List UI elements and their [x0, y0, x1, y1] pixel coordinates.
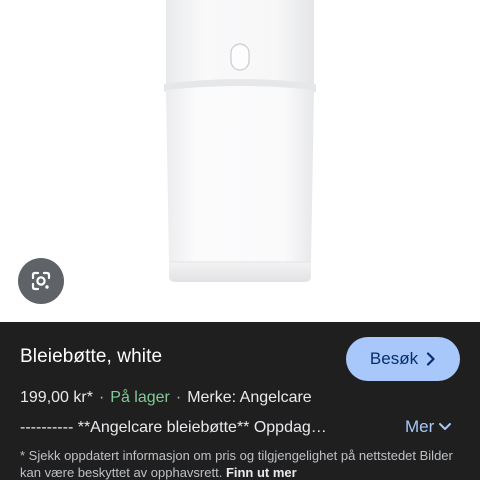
disclaimer-text: * Sjekk oppdatert informasjon om pris og…: [20, 447, 460, 480]
stock-status: På lager: [110, 389, 170, 406]
separator-dot: ·: [175, 389, 182, 406]
separator-dot: ·: [98, 389, 105, 406]
product-image-diaper-bin: [164, 0, 316, 282]
product-brand: Merke: Angelcare: [187, 389, 312, 406]
product-price: 199,00 kr*: [20, 389, 93, 406]
product-description: ---------- **Angelcare bleiebøtte** Oppd…: [20, 419, 327, 436]
google-lens-icon: [31, 271, 51, 291]
learn-more-link[interactable]: Finn ut mer: [226, 465, 297, 480]
chevron-down-icon: [439, 423, 452, 430]
product-image-area[interactable]: [0, 0, 480, 322]
product-title[interactable]: Bleiebøtte, white: [20, 346, 162, 368]
more-button-label: Mer: [405, 417, 435, 436]
visit-button-label: Besøk: [369, 349, 419, 368]
visit-button[interactable]: Besøk: [346, 337, 460, 381]
more-button[interactable]: Mer: [405, 417, 452, 437]
search-result-screen: Bleiebøtte, white Besøk 199,00 kr* · På la…: [0, 0, 480, 480]
google-lens-button[interactable]: [18, 258, 64, 304]
product-meta-row: 199,00 kr* · På lager · Merke: Angelcare: [20, 389, 312, 407]
chevron-right-icon: [426, 352, 435, 366]
